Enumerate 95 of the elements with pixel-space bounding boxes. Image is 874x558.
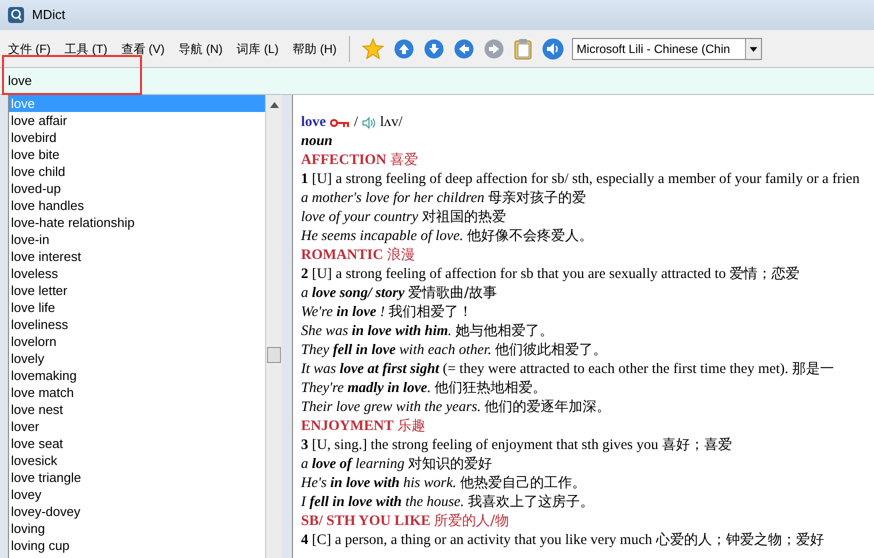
example-translation: 他好像不会疼爱人。 <box>466 228 593 244</box>
example-sentence: a love song/ story <box>301 285 405 301</box>
search-field[interactable]: love <box>0 68 874 95</box>
word-list-item[interactable]: love bite <box>9 146 265 163</box>
word-list-item[interactable]: lovesick <box>9 452 265 469</box>
sense-number: 1 <box>301 171 308 187</box>
word-list-item[interactable]: lover <box>9 418 265 435</box>
speaker-icon[interactable] <box>362 116 376 128</box>
voice-select[interactable]: Microsoft Lili - Chinese (Chin <box>572 38 762 60</box>
word-list-item[interactable]: lovey <box>9 486 265 503</box>
example-sentence: a mother's love for her children <box>301 190 484 206</box>
example-translation: 对祖国的热爱 <box>422 209 506 225</box>
example-translation: 对知识的爱好 <box>408 456 492 472</box>
word-list-item[interactable]: love seat <box>9 435 265 452</box>
word-list-item[interactable]: love letter <box>9 282 265 299</box>
sense-number: 4 <box>301 532 308 548</box>
phonetic-slash: / <box>354 113 358 132</box>
example-translation: 他们狂热地相爱。 <box>434 380 546 396</box>
scroll-up-icon[interactable] <box>270 102 279 108</box>
definition-translation: 爱情；恋爱 <box>730 266 800 282</box>
example-translation: 爱情歌曲/故事 <box>408 285 497 301</box>
key-icon <box>330 118 350 128</box>
clipboard-icon[interactable] <box>514 38 532 60</box>
menu-item[interactable]: 导航 (N) <box>178 40 223 58</box>
word-list-item[interactable]: lovelorn <box>9 333 265 350</box>
app-logo-icon <box>8 7 24 23</box>
scrollbar[interactable] <box>265 95 282 558</box>
example-translation: 母亲对孩子的爱 <box>488 190 586 206</box>
word-list-item[interactable]: loveless <box>9 265 265 282</box>
word-list-item[interactable]: love match <box>9 384 265 401</box>
word-list-item[interactable]: love child <box>9 163 265 180</box>
example-sentence: Their love grew with the years. <box>301 399 481 415</box>
part-of-speech: noun <box>301 132 334 151</box>
word-list-item[interactable]: loving <box>9 520 265 537</box>
definition-translation: 心爱的人；钟爱之物；爱好 <box>656 532 824 548</box>
word-list-item[interactable]: lovey-dovey <box>9 503 265 520</box>
section-translation: 浪漫 <box>386 247 415 263</box>
section-heading: ROMANTIC <box>301 247 384 263</box>
word-list-item[interactable]: love life <box>9 299 265 316</box>
example-translation: 我喜欢上了这房子。 <box>468 494 594 510</box>
menu-item[interactable]: 查看 (V) <box>121 40 165 58</box>
definition-text: [U] a strong feeling of deep affection for sb/ sth, especially a member of your family or a frien <box>312 171 860 187</box>
word-list-item[interactable]: love nest <box>9 401 265 418</box>
headword: love <box>301 113 326 132</box>
scrollbar-thumb[interactable] <box>267 347 281 363</box>
section-translation: 喜爱 <box>390 152 418 168</box>
word-list-item[interactable]: lovebird <box>9 129 265 146</box>
speaker-icon[interactable] <box>542 38 564 60</box>
dropdown-caret-icon[interactable] <box>744 38 761 58</box>
example-translation: 他们的爱逐年加深。 <box>484 399 611 415</box>
sense-number: 2 <box>301 266 308 282</box>
word-list-item[interactable]: lovely <box>9 350 265 367</box>
phonetic: lʌv/ <box>380 113 403 132</box>
menu-item[interactable]: 工具 (T) <box>64 40 108 58</box>
word-list-item[interactable]: loved-up <box>9 180 265 197</box>
example-sentence: They fell in love with each other. <box>301 342 492 358</box>
sense-number: 3 <box>301 437 308 453</box>
definition-text: [U] a strong feeling of affection for sb that you are sexually attracted to <box>312 266 726 282</box>
example-sentence: We're in love ! <box>301 304 385 320</box>
section-heading: AFFECTION <box>301 152 386 168</box>
word-list-item[interactable]: love-hate relationship <box>9 214 265 231</box>
example-translation: 她与他相爱了。 <box>455 323 554 339</box>
example-translation: 我们相爱了！ <box>388 304 472 320</box>
example-sentence: love of your country <box>301 209 418 225</box>
word-list-item[interactable]: lovemaking <box>9 367 265 384</box>
section-translation: 所爱的人/物 <box>434 513 509 529</box>
word-list-item[interactable]: love interest <box>9 248 265 265</box>
example-sentence: He seems incapable of love. <box>301 228 464 244</box>
example-sentence: I fell in love with the house. <box>301 494 464 510</box>
example-translation: 他们彼此相爱了。 <box>495 342 608 358</box>
example-translation: 他热爱自己的工作。 <box>460 475 586 491</box>
word-list-item[interactable]: love handles <box>9 197 265 214</box>
word-list-item[interactable]: loving cup <box>9 537 265 554</box>
definition-text: [U, sing.] the strong feeling of enjoyment that sth gives you <box>312 437 658 453</box>
menu-item[interactable]: 帮助 (H) <box>292 40 337 58</box>
section-translation: 乐趣 <box>397 418 426 434</box>
menu-item[interactable]: 词库 (L) <box>236 40 279 58</box>
example-translation: 那是一 <box>792 361 834 377</box>
example-sentence: They're madly in love. <box>301 380 431 396</box>
example-sentence: a love of learning <box>301 456 404 472</box>
word-list-item[interactable]: love affair <box>9 112 265 129</box>
example-note: (= they were attracted to each other the first time they met). <box>442 361 788 377</box>
word-list-item[interactable]: love triangle <box>9 469 265 486</box>
section-heading: ENJOYMENT <box>301 418 394 434</box>
word-list-item[interactable]: loveliness <box>9 316 265 333</box>
menu-item[interactable]: 文件 (F) <box>8 40 51 58</box>
example-sentence: She was in love with him. <box>301 323 452 339</box>
definition-text: [C] a person, a thing or an activity that you like very much <box>312 532 652 548</box>
example-sentence: He's in love with his work. <box>301 475 456 491</box>
example-sentence: It was love at first sight <box>301 361 440 377</box>
star-icon[interactable] <box>362 38 384 60</box>
window-title: MDict <box>32 6 66 24</box>
definition-translation: 喜好；喜爱 <box>662 437 732 453</box>
section-heading: SB/ STH YOU LIKE <box>301 513 431 529</box>
word-list-item[interactable]: love-in <box>9 231 265 248</box>
